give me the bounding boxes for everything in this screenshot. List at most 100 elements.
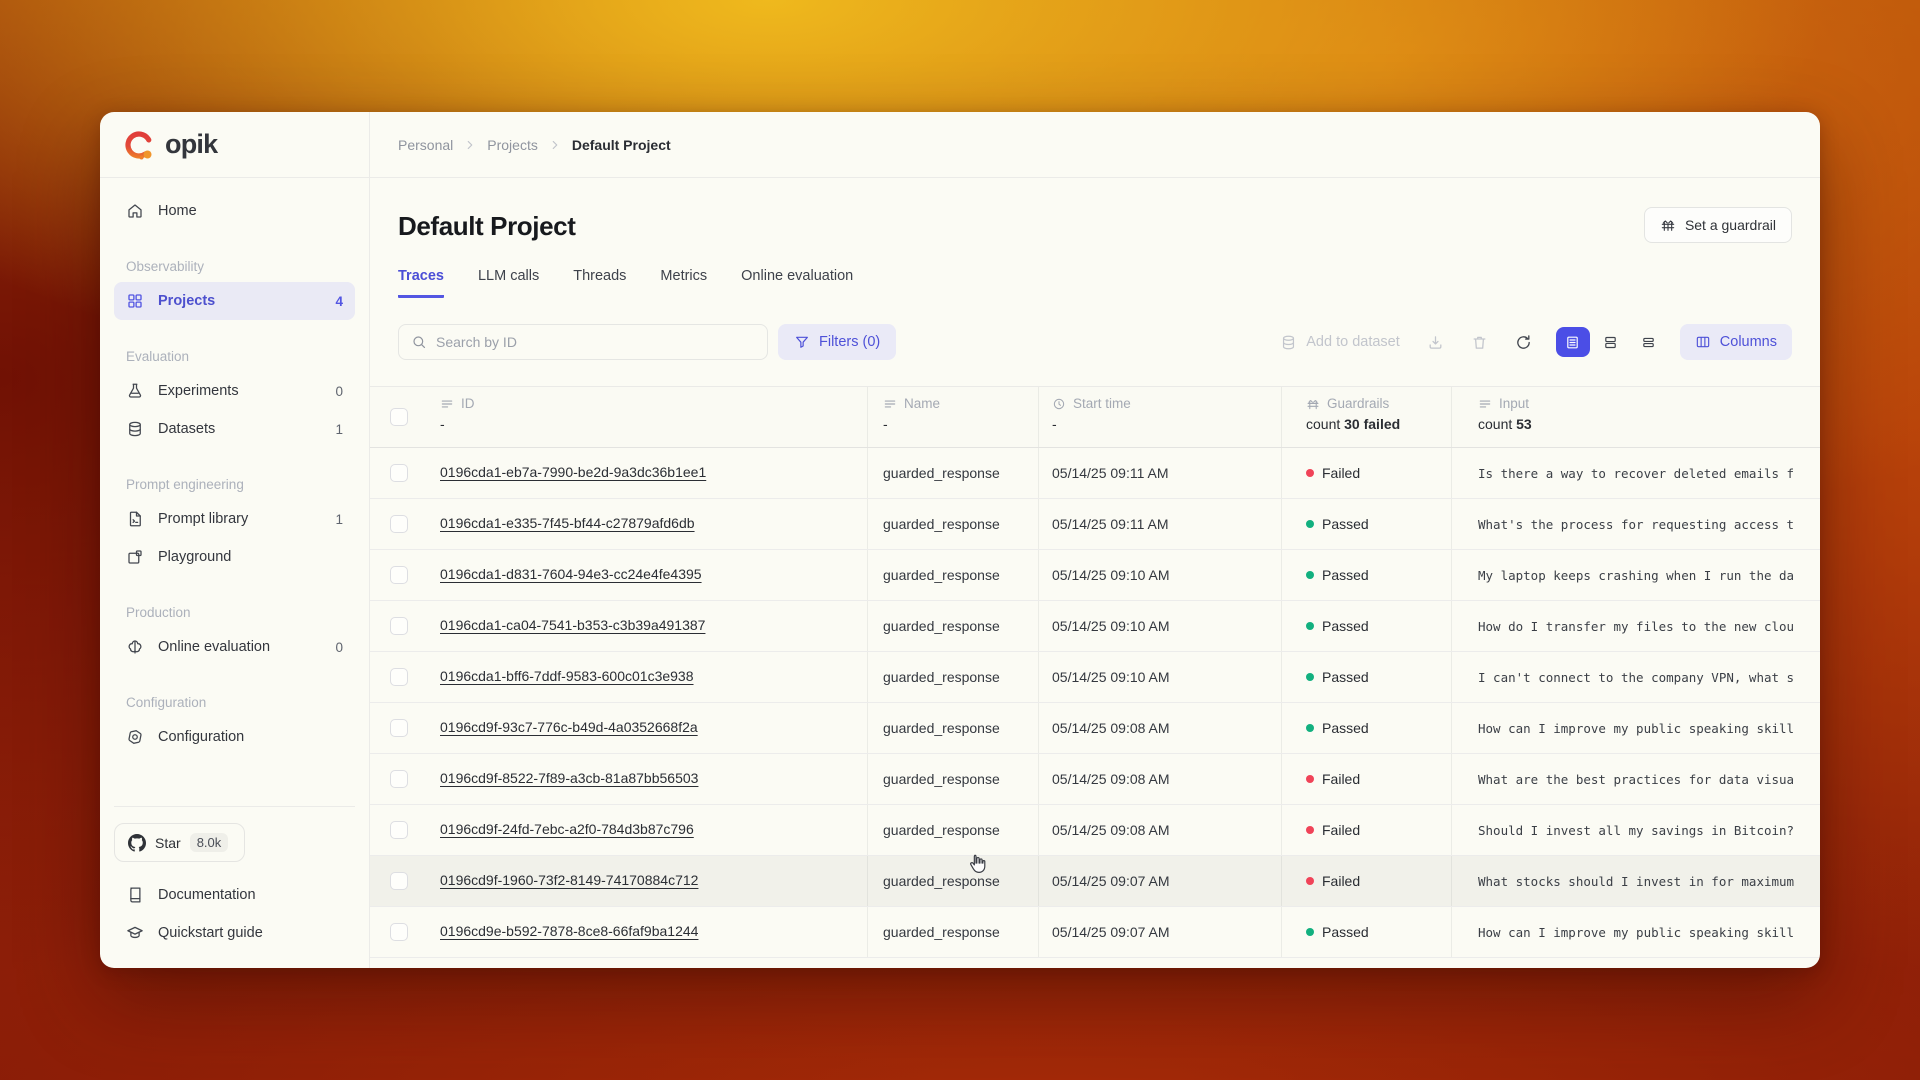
- delete-button[interactable]: [1462, 325, 1498, 359]
- trace-input-text: I can't connect to the company VPN, what…: [1451, 652, 1820, 702]
- sidebar-item-prompt-library[interactable]: Prompt library1: [114, 500, 355, 538]
- trace-input-text: What are the best practices for data vis…: [1451, 754, 1820, 804]
- row-checkbox[interactable]: [390, 668, 408, 686]
- chevron-right-icon: [463, 138, 477, 152]
- status-dot-failed: [1306, 877, 1314, 885]
- column-header-name[interactable]: Name -: [867, 387, 1038, 447]
- brand[interactable]: opik: [100, 112, 369, 178]
- trace-id-link[interactable]: 0196cda1-d831-7604-94e3-cc24e4fe4395: [440, 566, 702, 582]
- row-checkbox[interactable]: [390, 617, 408, 635]
- table-row[interactable]: 0196cd9f-93c7-776c-b49d-4a0352668f2aguar…: [370, 703, 1820, 754]
- trace-input-text: What stocks should I invest in for maxim…: [1451, 856, 1820, 906]
- refresh-button[interactable]: [1506, 325, 1542, 359]
- column-sub-input: count 53: [1478, 416, 1820, 432]
- row-checkbox[interactable]: [390, 719, 408, 737]
- trace-id-link[interactable]: 0196cda1-e335-7f45-bf44-c27879afd6db: [440, 515, 695, 531]
- trace-id-link[interactable]: 0196cda1-bff6-7ddf-9583-600c01c3e938: [440, 668, 694, 684]
- trace-id-link[interactable]: 0196cd9f-8522-7f89-a3cb-81a87bb56503: [440, 770, 698, 786]
- density-medium-toggle[interactable]: [1594, 327, 1628, 357]
- sidebar-item-playground[interactable]: Playground: [114, 538, 355, 576]
- sidebar-item-label: Quickstart guide: [158, 925, 343, 941]
- sidebar-item-count: 0: [335, 384, 343, 399]
- status-label: Passed: [1322, 924, 1369, 940]
- sidebar-item-home[interactable]: Home: [114, 192, 355, 230]
- trace-id-link[interactable]: 0196cd9f-93c7-776c-b49d-4a0352668f2a: [440, 719, 698, 735]
- opik-logo-icon: [122, 128, 156, 162]
- table-row[interactable]: 0196cd9f-24fd-7ebc-a2f0-784d3b87c796guar…: [370, 805, 1820, 856]
- trace-guardrail-cell: Failed: [1281, 448, 1451, 498]
- sidebar-item-datasets[interactable]: Datasets1: [114, 410, 355, 448]
- sidebar-item-quickstart-guide[interactable]: Quickstart guide: [114, 914, 355, 952]
- sidebar-item-label: Projects: [158, 293, 321, 309]
- search-input[interactable]: [436, 334, 755, 350]
- sidebar-item-projects[interactable]: Projects4: [114, 282, 355, 320]
- export-download-button[interactable]: [1418, 325, 1454, 359]
- row-checkbox-cell: [370, 821, 422, 839]
- column-header-id[interactable]: ID -: [422, 387, 867, 447]
- sidebar-item-online-evaluation[interactable]: Online evaluation0: [114, 628, 355, 666]
- tab-online-evaluation[interactable]: Online evaluation: [741, 268, 853, 298]
- status-label: Passed: [1322, 720, 1369, 736]
- sidebar-item-documentation[interactable]: Documentation: [114, 876, 355, 914]
- table-row[interactable]: 0196cda1-eb7a-7990-be2d-9a3dc36b1ee1guar…: [370, 448, 1820, 499]
- row-density-toggle-group: [1556, 327, 1666, 357]
- star-label: Star: [155, 835, 181, 851]
- table-row[interactable]: 0196cda1-e335-7f45-bf44-c27879afd6dbguar…: [370, 499, 1820, 550]
- trace-id-link[interactable]: 0196cda1-eb7a-7990-be2d-9a3dc36b1ee1: [440, 464, 706, 480]
- set-guardrail-button[interactable]: Set a guardrail: [1644, 207, 1792, 243]
- breadcrumb-projects[interactable]: Projects: [487, 137, 538, 153]
- trace-id-link[interactable]: 0196cd9f-1960-73f2-8149-74170884c712: [440, 872, 698, 888]
- table-row[interactable]: 0196cd9f-8522-7f89-a3cb-81a87bb56503guar…: [370, 754, 1820, 805]
- tab-traces[interactable]: Traces: [398, 268, 444, 298]
- density-large-toggle[interactable]: [1556, 327, 1590, 357]
- star-count-badge: 8.0k: [190, 833, 229, 852]
- row-checkbox[interactable]: [390, 566, 408, 584]
- table-row[interactable]: 0196cd9f-1960-73f2-8149-74170884c712 guar…: [370, 856, 1820, 907]
- column-header-start-time[interactable]: Start time -: [1038, 387, 1281, 447]
- row-checkbox[interactable]: [390, 872, 408, 890]
- toolbar: Filters (0) Add to dataset: [370, 324, 1820, 360]
- trace-id-link[interactable]: 0196cd9e-b592-7878-8ce8-66faf9ba1244: [440, 923, 698, 939]
- sidebar-section-title: Prompt engineering: [114, 468, 355, 500]
- row-checkbox[interactable]: [390, 923, 408, 941]
- select-all-checkbox[interactable]: [390, 408, 408, 426]
- column-header-input[interactable]: Input count 53: [1451, 387, 1820, 447]
- tab-metrics[interactable]: Metrics: [660, 268, 707, 298]
- trace-id-link[interactable]: 0196cd9f-24fd-7ebc-a2f0-784d3b87c796: [440, 821, 694, 837]
- status-label: Passed: [1322, 516, 1369, 532]
- trace-name: guarded_response: [867, 550, 1038, 600]
- tab-threads[interactable]: Threads: [573, 268, 626, 298]
- breadcrumb-personal[interactable]: Personal: [398, 137, 453, 153]
- documentation-icon: [126, 886, 144, 904]
- table-row[interactable]: 0196cda1-ca04-7541-b353-c3b39a491387guar…: [370, 601, 1820, 652]
- row-checkbox[interactable]: [390, 464, 408, 482]
- sidebar-item-configuration[interactable]: Configuration: [114, 718, 355, 756]
- sidebar-item-label: Home: [158, 203, 343, 219]
- table-row[interactable]: 0196cd9e-b592-7878-8ce8-66faf9ba1244guar…: [370, 907, 1820, 958]
- sidebar-item-label: Documentation: [158, 887, 343, 903]
- add-to-dataset-button[interactable]: Add to dataset: [1270, 334, 1410, 351]
- rows-large-icon: [1565, 335, 1580, 350]
- sidebar-section-title: Production: [114, 596, 355, 628]
- sidebar-section-title: Evaluation: [114, 340, 355, 372]
- sidebar-item-experiments[interactable]: Experiments0: [114, 372, 355, 410]
- trace-input-text: How can I improve my public speaking ski…: [1451, 907, 1820, 957]
- github-star-button[interactable]: Star 8.0k: [114, 823, 245, 862]
- trace-name: guarded_response: [867, 856, 1038, 906]
- status-dot-failed: [1306, 775, 1314, 783]
- tab-llm-calls[interactable]: LLM calls: [478, 268, 539, 298]
- columns-button[interactable]: Columns: [1680, 324, 1792, 360]
- row-checkbox[interactable]: [390, 515, 408, 533]
- sidebar-item-count: 1: [335, 512, 343, 527]
- filters-button[interactable]: Filters (0): [778, 324, 896, 360]
- table-row[interactable]: 0196cda1-d831-7604-94e3-cc24e4fe4395 guar…: [370, 550, 1820, 601]
- column-header-guardrails[interactable]: Guardrails count 30 failed: [1281, 387, 1451, 447]
- trace-id-link[interactable]: 0196cda1-ca04-7541-b353-c3b39a491387: [440, 617, 705, 633]
- row-checkbox[interactable]: [390, 770, 408, 788]
- guardrail-fence-icon: [1660, 217, 1676, 233]
- dataset-icon: [1280, 334, 1297, 351]
- density-small-toggle[interactable]: [1632, 327, 1666, 357]
- row-checkbox[interactable]: [390, 821, 408, 839]
- trace-guardrail-cell: Passed: [1281, 652, 1451, 702]
- table-row[interactable]: 0196cda1-bff6-7ddf-9583-600c01c3e938guar…: [370, 652, 1820, 703]
